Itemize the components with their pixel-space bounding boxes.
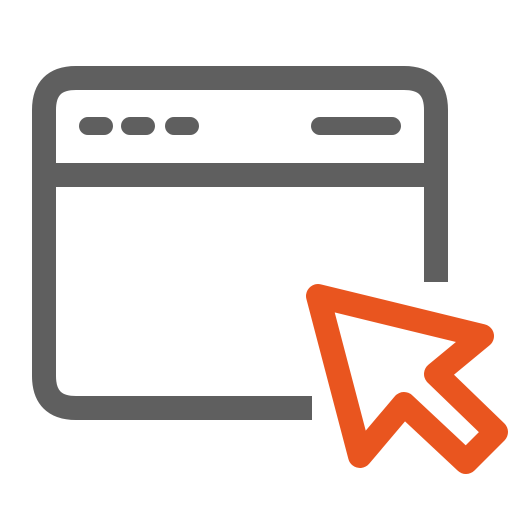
cursor-arrow-icon (306, 284, 508, 474)
icon-canvas (32, 66, 508, 474)
browser-window-cursor-icon (0, 0, 512, 512)
